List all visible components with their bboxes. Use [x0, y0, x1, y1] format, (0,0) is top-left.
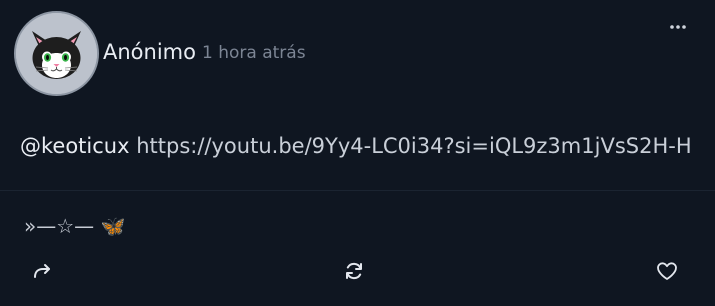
url-link[interactable]: https://youtu.be/9Yy4-LC0i34?si=iQL9z3m1…: [136, 134, 691, 158]
author-name[interactable]: Anónimo: [103, 40, 196, 64]
share-button[interactable]: [29, 258, 55, 284]
heart-icon: [657, 262, 677, 280]
cat-avatar-icon: [16, 13, 97, 94]
avatar[interactable]: [14, 11, 99, 96]
post-body: @keoticux https://youtu.be/9Yy4-LC0i34?s…: [20, 134, 692, 158]
post-card: Anónimo 1 hora atrás @keoticux https://y…: [0, 0, 715, 306]
like-button[interactable]: [654, 258, 680, 284]
share-icon: [34, 264, 50, 278]
mention-link[interactable]: @keoticux: [20, 134, 130, 158]
signature-decoration: »—☆— 🦋: [24, 214, 126, 238]
post-timestamp: 1 hora atrás: [202, 43, 306, 63]
divider: [0, 190, 715, 191]
repost-button[interactable]: [341, 258, 367, 284]
more-vertical-icon: [670, 25, 686, 29]
more-options-button[interactable]: [665, 14, 691, 40]
refresh-icon: [346, 262, 362, 280]
